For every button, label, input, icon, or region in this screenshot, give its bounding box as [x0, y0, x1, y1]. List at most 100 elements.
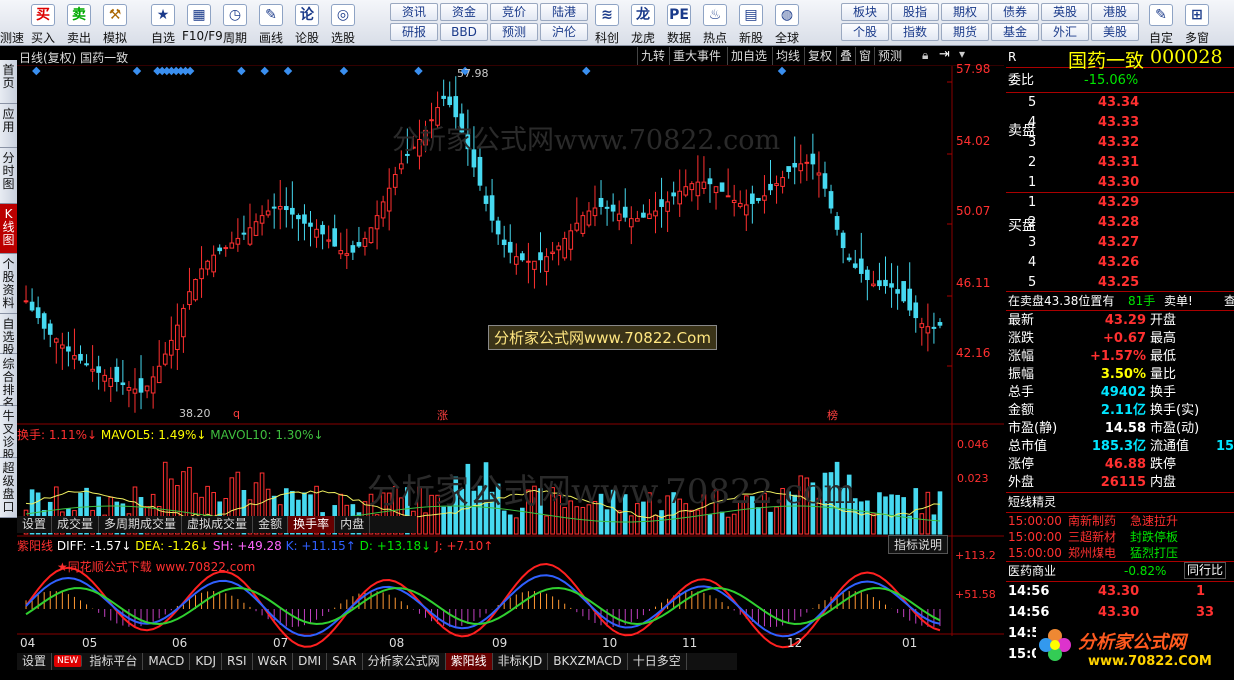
toolbar-button-toolbar.trade-2[interactable]: ⚒ 模拟 [98, 2, 132, 45]
event-marker-q[interactable]: q [233, 407, 240, 420]
toolbar-button-toolbar.tools-5[interactable]: ◎ 选股 [326, 2, 360, 45]
grid-button-0-1[interactable]: 研报 [390, 23, 438, 41]
toolbar-button-toolbar.tools2-3[interactable]: ♨ 热点 [698, 2, 732, 45]
side-tab-3[interactable]: K线图 [0, 204, 17, 254]
toolbar-button-toolbar.tools3-1[interactable]: ⊞ 多窗 [1180, 2, 1214, 45]
toolbar-button-toolbar.tools2-0[interactable]: ≋ 科创 [590, 2, 624, 45]
market-button-4-0[interactable]: 英股 [1041, 3, 1089, 21]
indicator-tab-12[interactable]: BKXZMACD [548, 653, 628, 670]
sector-row[interactable]: 医药商业 -0.82% 同行比 [1006, 562, 1234, 580]
chart-canvas[interactable] [17, 66, 1004, 680]
indicator-tab-5[interactable]: RSI [222, 653, 253, 670]
volume-tab-3[interactable]: 虚拟成交量 [182, 516, 254, 533]
ask-row-1[interactable]: 4 43.33 [1006, 114, 1234, 132]
toolbar-button-toolbar.trade-0[interactable]: 买买入 [26, 2, 60, 45]
chart-header-button-0[interactable]: 九转 [637, 47, 668, 65]
lock-icon[interactable]: 🔒︎ [922, 48, 928, 63]
side-tab-0[interactable]: 首页 [0, 60, 17, 104]
indicator-tab-9[interactable]: 分析家公式网 [363, 653, 446, 670]
toolbar-button-toolbar.tools-4[interactable]: 论论股 [290, 2, 324, 45]
volume-tab-4[interactable]: 金额 [253, 516, 289, 533]
speed-test-button[interactable]: 测速 [0, 2, 24, 45]
side-tab-2[interactable]: 分时图 [0, 148, 17, 204]
ask-row-0[interactable]: 5 43.34 [1006, 94, 1234, 112]
market-button-1-0[interactable]: 股指 [891, 3, 939, 21]
ask-row-4[interactable]: 1 43.30 [1006, 174, 1234, 192]
ask-row-3[interactable]: 2 43.31 [1006, 154, 1234, 172]
side-tab-8[interactable]: 超级盘口 [0, 458, 17, 518]
market-button-0-0[interactable]: 板块 [841, 3, 889, 21]
volume-tab-2[interactable]: 多周期成交量 [99, 516, 183, 533]
indicator-tab-0[interactable]: 设置 [17, 653, 53, 670]
ticker-more[interactable]: 查 [1224, 292, 1234, 310]
toolbar-button-toolbar.tools-3[interactable]: ✎ 画线 [254, 2, 288, 45]
news-title[interactable]: 短线精灵 [1008, 493, 1056, 511]
grid-button-1-0[interactable]: 资金 [440, 3, 488, 21]
side-tab-7[interactable]: 牛叉诊股 [0, 406, 17, 462]
grid-button-0-0[interactable]: 资讯 [390, 3, 438, 21]
chart-header-button-1[interactable]: 重大事件 [669, 47, 724, 65]
market-button-1-1[interactable]: 指数 [891, 23, 939, 41]
indicator-tab-3[interactable]: MACD [143, 653, 191, 670]
indicator-tab-8[interactable]: SAR [327, 653, 363, 670]
indicator-tab-11[interactable]: 非标KJD [493, 653, 549, 670]
side-tab-1[interactable]: 应用 [0, 104, 17, 148]
toolbar-button-toolbar.tools-0[interactable]: ★ 自选 [146, 2, 180, 45]
bid-row-4[interactable]: 5 43.25 [1006, 274, 1234, 292]
indicator-tab-1[interactable]: NEW [54, 655, 83, 667]
toolbar-button-toolbar.trade-1[interactable]: 卖卖出 [62, 2, 96, 45]
market-button-2-1[interactable]: 期货 [941, 23, 989, 41]
market-button-5-1[interactable]: 美股 [1091, 23, 1139, 41]
grid-button-2-0[interactable]: 竞价 [490, 3, 538, 21]
news-row-1[interactable]: 15:00:00 三超新材 封跌停板 [1006, 529, 1234, 545]
indicator-tab-2[interactable]: 指标平台 [84, 653, 144, 670]
market-button-3-1[interactable]: 基金 [991, 23, 1039, 41]
indicator-help-button[interactable]: 指标说明 [888, 535, 949, 554]
grid-button-3-1[interactable]: 沪伦 [540, 23, 588, 41]
chart-header-button-7[interactable]: 预测 [874, 47, 905, 65]
toolbar-button-toolbar.tools2-1[interactable]: 龙龙虎 [626, 2, 660, 45]
grid-button-3-0[interactable]: 陆港 [540, 3, 588, 21]
toolbar-button-toolbar.tools-1[interactable]: ▦ F10/F9 [182, 2, 223, 44]
toolbar-button-toolbar.tools-2[interactable]: ◷ 周期 [218, 2, 252, 45]
news-row-0[interactable]: 15:00:00 南新制药 急速拉升 [1006, 513, 1234, 529]
toolbar-button-toolbar.tools2-4[interactable]: ▤ 新股 [734, 2, 768, 45]
market-button-0-1[interactable]: 个股 [841, 23, 889, 41]
bid-row-0[interactable]: 1 43.29 [1006, 194, 1234, 212]
toolbar-button-toolbar.tools2-2[interactable]: PE 数据 [662, 2, 696, 45]
grid-button-1-1[interactable]: BBD [440, 23, 488, 41]
chevron-down-icon[interactable]: ▾ [959, 47, 965, 61]
news-row-2[interactable]: 15:00:00 郑州煤电 猛烈打压 [1006, 545, 1234, 561]
indicator-tab-4[interactable]: KDJ [190, 653, 222, 670]
volume-tab-0[interactable]: 设置 [17, 516, 53, 533]
market-button-2-0[interactable]: 期权 [941, 3, 989, 21]
ask-row-2[interactable]: 3 43.32 [1006, 134, 1234, 152]
indicator-tab-13[interactable]: 十日多空 [628, 653, 687, 670]
chart-header-button-3[interactable]: 均线 [772, 47, 803, 65]
event-marker-list[interactable]: 榜 [827, 407, 838, 423]
side-tab-5[interactable]: 自选股 [0, 314, 17, 357]
event-marker-limit-up[interactable]: 涨 [437, 407, 448, 423]
market-button-5-0[interactable]: 港股 [1091, 3, 1139, 21]
side-tab-6[interactable]: 综合排名 [0, 354, 17, 410]
indicator-tab-10[interactable]: 紫阳线 [445, 653, 493, 670]
peer-compare-button[interactable]: 同行比 [1184, 562, 1227, 579]
bid-row-2[interactable]: 3 43.27 [1006, 234, 1234, 252]
bid-row-3[interactable]: 4 43.26 [1006, 254, 1234, 272]
bid-row-1[interactable]: 2 43.28 [1006, 214, 1234, 232]
toggle-panel-icon[interactable]: ⇥ [939, 47, 950, 62]
volume-tab-6[interactable]: 内盘 [335, 516, 371, 533]
volume-tab-5[interactable]: 换手率 [288, 516, 336, 533]
market-button-3-0[interactable]: 债券 [991, 3, 1039, 21]
chart-header-button-6[interactable]: 窗 [855, 47, 874, 65]
toolbar-button-toolbar.tools2-5[interactable]: ◍ 全球 [770, 2, 804, 45]
indicator-tab-7[interactable]: DMI [293, 653, 328, 670]
side-tab-4[interactable]: 个股资料 [0, 254, 17, 314]
chart-header-button-5[interactable]: 叠 [836, 47, 855, 65]
volume-tab-1[interactable]: 成交量 [52, 516, 100, 533]
toolbar-button-toolbar.tools3-0[interactable]: ✎ 自定 [1144, 2, 1178, 45]
indicator-tab-6[interactable]: W&R [253, 653, 294, 670]
chart-header-button-2[interactable]: 加自选 [727, 47, 770, 65]
market-button-4-1[interactable]: 外汇 [1041, 23, 1089, 41]
chart-header-button-4[interactable]: 复权 [804, 47, 835, 65]
